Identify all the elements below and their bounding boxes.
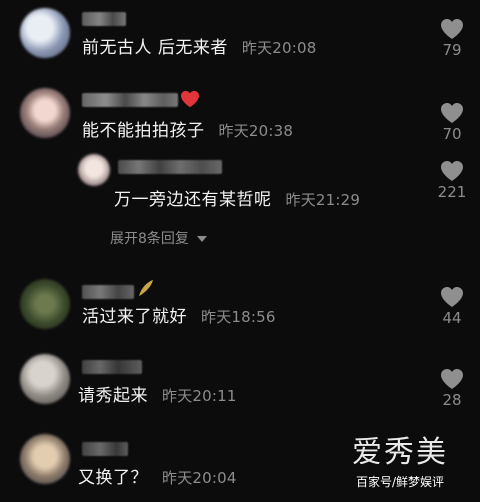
avatar[interactable]: [20, 434, 70, 484]
comment-item: 请秀起来 昨天20:11 28: [0, 350, 480, 425]
like-button[interactable]: 70: [432, 102, 472, 143]
avatar[interactable]: [20, 88, 70, 138]
comment-text: 又换了？: [78, 468, 148, 488]
comment-text: 能不能拍拍孩子: [82, 121, 205, 141]
watermark-source: 百家号/鲜梦娱评: [355, 475, 445, 489]
expand-replies-button[interactable]: 展开8条回复: [110, 228, 207, 248]
like-count: 79: [442, 41, 462, 59]
comment-time: 昨天20:38: [218, 122, 294, 140]
comment-body: 万一旁边还有某哲呢 昨天21:29: [114, 190, 360, 210]
like-count: 28: [442, 391, 462, 409]
comment-time: 昨天20:04: [162, 469, 237, 487]
heart-badge-icon: [181, 90, 199, 108]
comment-time: 昨天21:29: [285, 191, 361, 209]
expand-replies-label: 展开8条回复: [110, 231, 189, 247]
caret-down-icon: [196, 236, 207, 242]
comment-text: 万一旁边还有某哲呢: [114, 190, 272, 210]
username-pixelated[interactable]: [82, 360, 142, 374]
comment-body: 能不能拍拍孩子 昨天20:38: [82, 121, 293, 141]
heart-icon: [441, 161, 463, 181]
comment-body: 请秀起来 昨天20:11: [78, 386, 237, 406]
comment-item: 活过来了就好 昨天18:56 44: [0, 275, 480, 340]
comment-list: 前无古人 后无来者 昨天20:08 79 能不能拍拍孩子 昨天20:38 70 万一…: [0, 0, 480, 502]
heart-icon: [441, 19, 463, 39]
like-count: 44: [442, 309, 462, 327]
like-button[interactable]: 28: [432, 368, 472, 409]
avatar[interactable]: [20, 354, 70, 404]
username-pixelated[interactable]: [82, 93, 178, 107]
like-count: 221: [437, 183, 467, 201]
avatar[interactable]: [20, 279, 70, 329]
heart-icon: [441, 287, 463, 307]
watermark-brand: 爱秀美: [352, 435, 448, 470]
username-pixelated[interactable]: [82, 442, 128, 456]
comment-time: 昨天20:08: [241, 39, 317, 57]
comment-text: 请秀起来: [78, 386, 148, 406]
comment-body: 活过来了就好 昨天18:56: [82, 307, 276, 327]
comment-item: 前无古人 后无来者 昨天20:08 79: [0, 0, 480, 85]
comment-body: 又换了？ 昨天20:04: [78, 468, 237, 488]
comment-text: 前无古人 后无来者: [82, 38, 228, 58]
like-button[interactable]: 221: [432, 160, 472, 201]
leaf-badge-icon: [139, 280, 153, 296]
username-pixelated[interactable]: [118, 160, 222, 174]
comment-text: 活过来了就好: [82, 307, 187, 327]
comment-time: 昨天20:11: [162, 387, 237, 405]
like-button[interactable]: 44: [432, 286, 472, 327]
reply-item: 万一旁边还有某哲呢 昨天21:29 221: [0, 150, 480, 220]
avatar[interactable]: [78, 154, 110, 186]
avatar[interactable]: [20, 8, 70, 58]
like-count: 70: [442, 125, 462, 143]
comment-item: 能不能拍拍孩子 昨天20:38 70: [0, 85, 480, 150]
username-pixelated[interactable]: [82, 12, 126, 26]
heart-icon: [441, 369, 463, 389]
heart-icon: [441, 103, 463, 123]
like-button[interactable]: 79: [432, 18, 472, 59]
watermark: 爱秀美 百家号/鲜梦娱评: [334, 436, 466, 490]
comment-time: 昨天18:56: [201, 308, 276, 326]
username-pixelated[interactable]: [82, 285, 134, 299]
comment-body: 前无古人 后无来者 昨天20:08: [82, 38, 317, 58]
